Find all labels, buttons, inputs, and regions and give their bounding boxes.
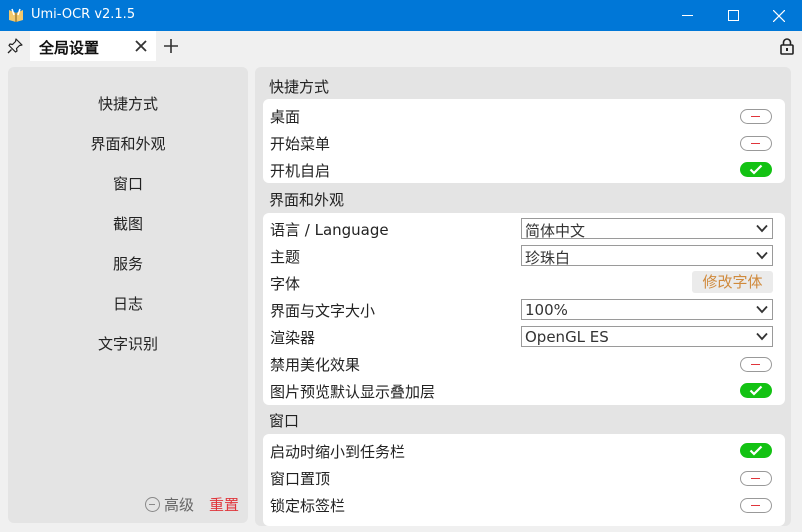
row-label-start-menu: 开始菜单 <box>270 135 331 153</box>
row-label-disable-effects: 禁用美化效果 <box>270 356 361 374</box>
close-tab-icon[interactable] <box>134 39 148 53</box>
card-shortcuts: 桌面 开始菜单 开机自启 <box>263 99 785 183</box>
maximize-icon <box>727 10 739 21</box>
app-logo-icon <box>9 8 23 22</box>
advanced-label: 高级 <box>164 496 195 514</box>
change-font-button[interactable]: 修改字体 <box>692 271 773 293</box>
advanced-minus-icon <box>145 497 160 512</box>
settings-content: 快捷方式 界面和外观 窗口 截图 服务 日志 文字识别 高级 重置 快捷方式 桌… <box>0 61 802 532</box>
chevron-down-icon <box>756 251 768 260</box>
toggle-disable-effects[interactable] <box>740 357 772 372</box>
check-icon <box>749 445 763 456</box>
card-window: 启动时缩小到任务栏 窗口置顶 锁定标签栏 <box>263 434 785 526</box>
pin-button[interactable] <box>5 37 25 55</box>
section-title-window: 窗口 <box>269 412 300 430</box>
toggle-desktop[interactable] <box>740 109 772 124</box>
card-appearance: 语言 / Language 简体中文 主题 珍珠白 字体 修改字体 界面与文字大… <box>263 213 785 405</box>
sidebar-item-service[interactable]: 服务 <box>8 253 248 274</box>
ui-scale-select[interactable]: 100% <box>521 299 773 320</box>
settings-sidebar: 快捷方式 界面和外观 窗口 截图 服务 日志 文字识别 高级 重置 <box>8 67 248 523</box>
chevron-down-icon <box>756 305 768 314</box>
chevron-down-icon <box>756 332 768 341</box>
renderer-select-value: OpenGL ES <box>525 328 609 346</box>
settings-panel: 快捷方式 桌面 开始菜单 开机自启 界面和外观 语言 / Language 简体… <box>255 67 791 526</box>
minimize-button[interactable] <box>664 0 710 31</box>
tab-global-settings[interactable]: 全局设置 <box>30 31 156 61</box>
sidebar-item-window[interactable]: 窗口 <box>8 173 248 194</box>
advanced-toggle[interactable]: 高级 <box>145 494 194 515</box>
check-icon <box>749 385 763 396</box>
row-label-theme: 主题 <box>270 248 301 266</box>
row-label-desktop: 桌面 <box>270 108 301 126</box>
row-label-always-on-top: 窗口置顶 <box>270 470 331 488</box>
sidebar-item-ocr[interactable]: 文字识别 <box>8 333 248 354</box>
window-title: Umi-OCR v2.1.5 <box>31 7 136 22</box>
tab-bar: 全局设置 <box>0 31 802 61</box>
add-tab-icon[interactable] <box>163 38 179 54</box>
row-label-minimize-on-start: 启动时缩小到任务栏 <box>270 443 406 461</box>
row-label-font: 字体 <box>270 275 301 293</box>
title-bar: Umi-OCR v2.1.5 <box>0 0 802 31</box>
toggle-minimize-on-start[interactable] <box>740 443 772 458</box>
maximize-button[interactable] <box>710 0 756 31</box>
row-label-renderer: 渲染器 <box>270 329 316 347</box>
sidebar-item-log[interactable]: 日志 <box>8 293 248 314</box>
sidebar-item-shortcuts[interactable]: 快捷方式 <box>8 93 248 114</box>
chevron-down-icon <box>756 224 768 233</box>
pin-icon <box>7 38 23 54</box>
row-label-language: 语言 / Language <box>270 221 389 239</box>
ui-scale-select-value: 100% <box>525 301 568 319</box>
toggle-preview-overlay[interactable] <box>740 383 772 398</box>
row-label-ui-scale: 界面与文字大小 <box>270 302 376 320</box>
row-label-autostart: 开机自启 <box>270 162 331 180</box>
toggle-always-on-top[interactable] <box>740 471 772 486</box>
lock-icon[interactable] <box>778 37 796 55</box>
minimize-icon <box>681 15 693 16</box>
close-icon <box>773 9 785 22</box>
tab-label: 全局设置 <box>39 39 100 57</box>
language-select[interactable]: 简体中文 <box>521 218 773 240</box>
renderer-select[interactable]: OpenGL ES <box>521 326 773 347</box>
section-title-shortcuts: 快捷方式 <box>269 78 330 96</box>
sidebar-item-screenshot[interactable]: 截图 <box>8 213 248 234</box>
reset-button[interactable]: 重置 <box>209 494 239 515</box>
toggle-start-menu[interactable] <box>740 136 772 151</box>
section-title-appearance: 界面和外观 <box>269 191 345 209</box>
sidebar-item-appearance[interactable]: 界面和外观 <box>8 133 248 154</box>
check-icon <box>749 164 763 175</box>
toggle-autostart[interactable] <box>740 162 772 177</box>
row-label-lock-tabbar: 锁定标签栏 <box>270 497 346 515</box>
row-label-preview-overlay: 图片预览默认显示叠加层 <box>270 383 436 401</box>
language-select-value: 简体中文 <box>525 222 586 240</box>
close-window-button[interactable] <box>756 0 802 31</box>
toggle-lock-tabbar[interactable] <box>740 498 772 513</box>
theme-select-value: 珍珠白 <box>525 249 571 267</box>
theme-select[interactable]: 珍珠白 <box>521 245 773 267</box>
